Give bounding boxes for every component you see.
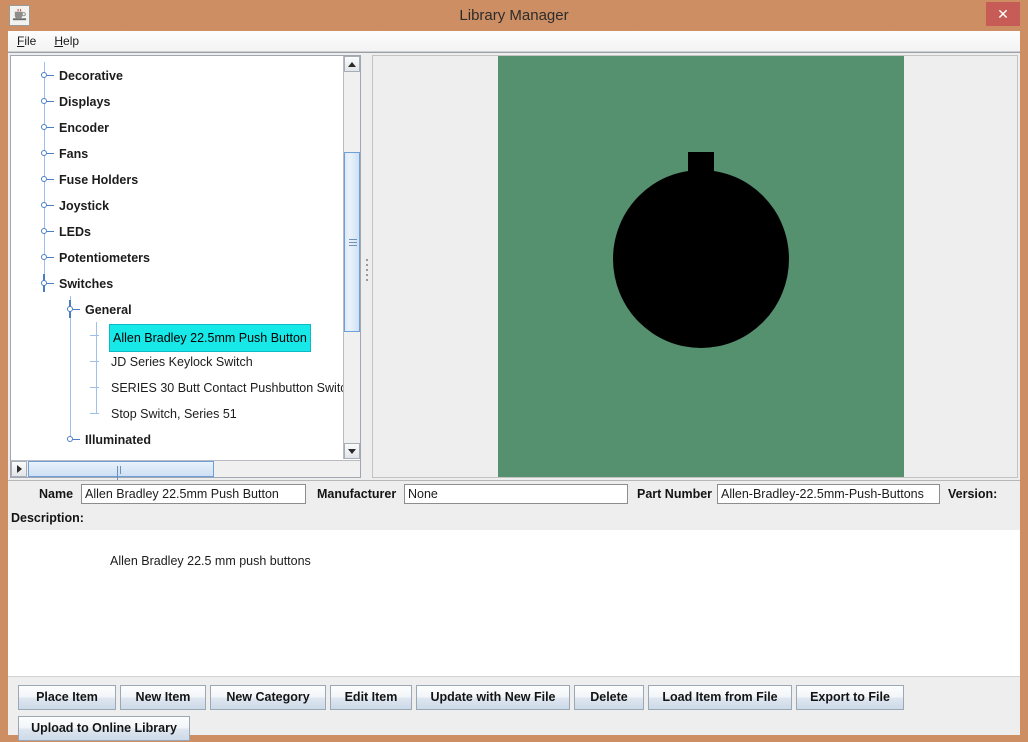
scroll-down-arrow-icon[interactable] [344,443,360,459]
menu-file-rest: ile [24,34,37,48]
tree-collapsed-handle-icon[interactable] [37,140,54,166]
action-delete-button[interactable]: Delete [574,685,644,710]
item-preview-panel [372,55,1018,478]
tree-horizontal-scrollbar[interactable] [11,460,360,482]
tree-node-label: Fans [59,147,89,161]
menu-bar: File Help [8,31,1020,52]
preview-canvas [498,56,904,477]
push-button-body [613,170,789,348]
action-button-bar: Place Item New Item New Category Edit Item U… [8,676,1020,741]
horizontal-scroll-thumb[interactable] [28,461,214,482]
vertical-scroll-thumb[interactable] [344,152,360,332]
tree-collapsed-handle-icon[interactable] [37,192,54,218]
split-pane-divider[interactable] [363,55,372,478]
version-label: Version: [948,487,998,501]
action-edit-item-button[interactable]: Edit Item [330,685,412,710]
tree-node-label [83,452,93,459]
name-input[interactable] [81,484,306,504]
tree-collapsed-handle-icon[interactable] [37,114,54,140]
action-load-item-from-file-button[interactable]: Load Item from File [648,685,792,710]
tree-collapsed-handle-icon[interactable] [37,62,54,88]
push-button-silhouette-icon [613,152,789,348]
part-number-label: Part Number [637,487,713,501]
action-place-item-button[interactable]: Place Item [18,685,116,710]
item-fields-row: Name Manufacturer Part Number Version: [8,480,1020,508]
tree-node-label: JD Series Keylock Switch [111,355,253,369]
tree-node-label: Illuminated [85,433,151,447]
tree-expanded-handle-icon[interactable] [37,270,54,296]
tree-collapsed-handle-icon[interactable] [37,244,54,270]
tree-node-label: Stop Switch, Series 51 [111,407,237,421]
menu-item-file[interactable]: File [8,31,45,50]
menu-help-mnemonic: H [54,34,64,48]
action-new-category-button[interactable]: New Category [210,685,326,710]
application-window: Library Manager ✕ File Help Decorative Di… [0,0,1028,742]
tree-node-label: General [85,303,132,317]
action-upload-to-online-library-button[interactable]: Upload to Online Library [18,716,190,741]
action-update-with-new-file-button[interactable]: Update with New File [416,685,570,710]
window-title: Library Manager [459,7,569,24]
tree-node-label: Potentiometers [59,251,150,265]
close-icon[interactable]: ✕ [986,2,1020,26]
tree-node-label: SERIES 30 Butt Contact Pushbutton Switch… [111,381,344,395]
name-label: Name [39,487,74,501]
description-label: Description: [11,511,84,525]
tree-node-label: Joystick [59,199,110,213]
part-number-input[interactable] [717,484,940,504]
tree-node-label: Encoder [59,121,110,135]
tree-collapsed-handle-icon[interactable] [37,218,54,244]
menu-help-rest: elp [63,34,80,48]
action-export-to-file-button[interactable]: Export to File [796,685,904,710]
description-text: Allen Bradley 22.5 mm push buttons [110,554,311,568]
tree-leaf-dash-icon [90,387,99,388]
tree-viewport: Decorative Displays Encoder Fans Fuse Holder… [11,56,344,459]
tree-node-label: Displays [59,95,111,109]
content-area: Decorative Displays Encoder Fans Fuse Holder… [8,52,1020,741]
manufacturer-label: Manufacturer [317,487,397,501]
tree-collapsed-handle-icon[interactable] [63,426,80,452]
scroll-up-arrow-icon[interactable] [344,56,360,72]
action-new-item-button[interactable]: New Item [120,685,206,710]
title-bar[interactable]: Library Manager ✕ [0,0,1028,31]
tree-vertical-scrollbar[interactable] [343,56,360,459]
tree-collapsed-handle-icon[interactable] [37,166,54,192]
tree-node-label: Switches [59,277,114,291]
category-tree-panel: Decorative Displays Encoder Fans Fuse Holder… [10,55,361,482]
manufacturer-input[interactable] [404,484,628,504]
tree-expanded-handle-icon[interactable] [63,296,80,322]
description-area[interactable]: Allen Bradley 22.5 mm push buttons [9,530,1019,676]
scroll-right-arrow-icon[interactable] [11,461,27,477]
tree-node-label: LEDs [59,225,91,239]
tree-node-label: Fuse Holders [59,173,139,187]
tree-content: Decorative Displays Encoder Fans Fuse Holder… [11,56,344,459]
menu-item-help[interactable]: Help [45,31,88,50]
tree-leaf-dash-icon [90,413,99,414]
description-label-bar: Description: [8,508,1020,530]
tree-collapsed-handle-icon[interactable] [37,88,54,114]
tree-leaf-dash-icon [90,335,99,336]
tree-node-label: Decorative [59,69,123,83]
tree-leaf-dash-icon [90,361,99,362]
upper-split-pane: Decorative Displays Encoder Fans Fuse Holder… [8,53,1020,482]
